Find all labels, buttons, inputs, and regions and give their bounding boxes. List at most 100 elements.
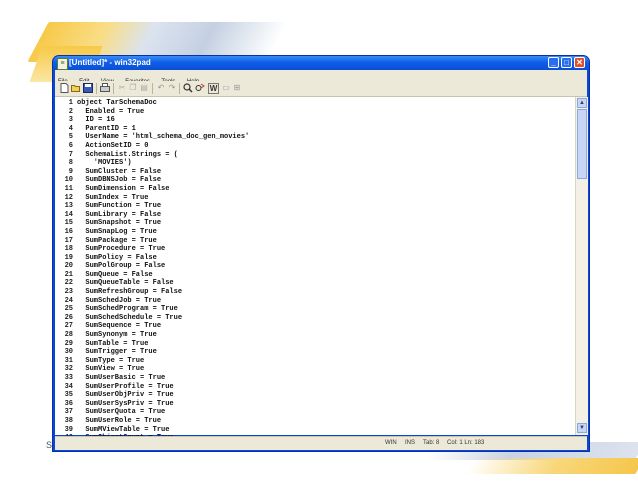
code-line[interactable]: 6 ActionSetID = 0 bbox=[55, 142, 575, 151]
scrollbar-thumb[interactable] bbox=[577, 109, 587, 179]
code-line[interactable]: 25 SumSchedProgram = True bbox=[55, 305, 575, 314]
code-line[interactable]: 4 ParentID = 1 bbox=[55, 125, 575, 134]
print-icon[interactable] bbox=[100, 83, 110, 93]
code-line[interactable]: 2 Enabled = True bbox=[55, 108, 575, 117]
code-line[interactable]: 12 SumIndex = True bbox=[55, 194, 575, 203]
line-number: 27 bbox=[64, 322, 73, 331]
code-text: SumQueue = False bbox=[77, 270, 153, 279]
code-line[interactable]: 32 SumView = True bbox=[55, 365, 575, 374]
code-line[interactable]: 34 SumUserProfile = True bbox=[55, 383, 575, 392]
code-line[interactable]: 14 SumLibrary = False bbox=[55, 211, 575, 220]
code-line[interactable]: 26 SumSchedSchedule = True bbox=[55, 314, 575, 323]
code-line[interactable]: 24 SumSchedJob = True bbox=[55, 297, 575, 306]
code-line[interactable]: 18 SumProcedure = True bbox=[55, 245, 575, 254]
code-line[interactable]: 39 SumMViewTable = True bbox=[55, 426, 575, 435]
code-line[interactable]: 21 SumQueue = False bbox=[55, 271, 575, 280]
code-line[interactable]: 15 SumSnapshot = True bbox=[55, 219, 575, 228]
code-line[interactable]: 29 SumTable = True bbox=[55, 340, 575, 349]
line-number: 34 bbox=[64, 382, 73, 391]
code-line[interactable]: 35 SumUserObjPriv = True bbox=[55, 391, 575, 400]
code-line[interactable]: 5 UserName = 'html_schema_doc_gen_movies… bbox=[55, 133, 575, 142]
line-number: 33 bbox=[64, 374, 73, 382]
line-number: 31 bbox=[64, 356, 73, 365]
code-line[interactable]: 9 SumCluster = False bbox=[55, 168, 575, 177]
line-number: 21 bbox=[64, 270, 73, 279]
minimize-button[interactable]: _ bbox=[548, 57, 559, 68]
code-line[interactable]: 38 SumUserRole = True bbox=[55, 417, 575, 426]
line-number: 39 bbox=[64, 425, 73, 434]
paste-icon[interactable]: ▤ bbox=[139, 83, 149, 93]
code-line[interactable]: 11 SumDimension = False bbox=[55, 185, 575, 194]
code-line[interactable]: 23 SumRefreshGroup = False bbox=[55, 288, 575, 297]
code-line[interactable]: 22 SumQueueTable = False bbox=[55, 279, 575, 288]
code-line[interactable]: 7 SchemaList.Strings = ( bbox=[55, 151, 575, 160]
line-number: 7 bbox=[68, 150, 73, 159]
window-title: [Untitled]* - win32pad bbox=[69, 58, 151, 67]
code-text: SumSequence = True bbox=[77, 322, 162, 331]
line-number: 37 bbox=[64, 408, 73, 417]
code-line[interactable]: 36 SumUserSysPriv = True bbox=[55, 400, 575, 409]
line-number: 3 bbox=[68, 116, 73, 125]
options-icon[interactable]: ⊞ bbox=[232, 83, 242, 93]
line-number: 29 bbox=[64, 339, 73, 348]
word-wrap-icon[interactable]: W bbox=[208, 83, 219, 94]
line-number: 22 bbox=[64, 279, 73, 288]
toolbar-separator bbox=[179, 83, 180, 94]
code-text: SumLibrary = False bbox=[77, 210, 162, 219]
code-line[interactable]: 3 ID = 16 bbox=[55, 116, 575, 125]
code-line[interactable]: 19 SumPolicy = False bbox=[55, 254, 575, 263]
code-line[interactable]: 28 SumSynonym = True bbox=[55, 331, 575, 340]
new-icon[interactable] bbox=[59, 83, 69, 93]
close-button[interactable]: ✕ bbox=[574, 57, 585, 68]
notepad-app-icon[interactable]: ≡ bbox=[57, 58, 68, 70]
toolbar: ✂ ❐ ▤ ↶ ↷ W ▭ ⊞ bbox=[55, 81, 587, 97]
code-line[interactable]: 30 SumTrigger = True bbox=[55, 348, 575, 357]
code-text: SumIndex = True bbox=[77, 193, 149, 202]
code-line[interactable]: 20 SumPolGroup = False bbox=[55, 262, 575, 271]
window-icon[interactable]: ▭ bbox=[221, 83, 231, 93]
code-text: object TarSchemaDoc bbox=[77, 99, 157, 107]
code-line[interactable]: 16 SumSnapLog = True bbox=[55, 228, 575, 237]
code-line[interactable]: 10 SumDBNSJob = False bbox=[55, 176, 575, 185]
title-bar[interactable]: ≡ [Untitled]* - win32pad _ □ ✕ bbox=[53, 56, 589, 70]
code-line[interactable]: 37 SumUserQuota = True bbox=[55, 408, 575, 417]
line-number: 18 bbox=[64, 245, 73, 254]
code-text: SumFunction = True bbox=[77, 202, 162, 211]
line-number: 16 bbox=[64, 227, 73, 236]
code-text: SumProcedure = True bbox=[77, 245, 166, 254]
open-icon[interactable] bbox=[71, 83, 81, 93]
code-line[interactable]: 1 object TarSchemaDoc bbox=[55, 99, 575, 108]
status-tab: Tab: 8 bbox=[423, 440, 440, 446]
copy-icon[interactable]: ❐ bbox=[128, 83, 138, 93]
replace-icon[interactable] bbox=[195, 83, 205, 93]
code-text: UserName = 'html_schema_doc_gen_movies' bbox=[77, 133, 250, 142]
line-number: 10 bbox=[64, 176, 73, 185]
scroll-down-icon[interactable]: ▼ bbox=[577, 423, 587, 433]
line-number: 12 bbox=[64, 193, 73, 202]
scroll-up-icon[interactable]: ▲ bbox=[577, 98, 587, 108]
code-line[interactable]: 31 SumType = True bbox=[55, 357, 575, 366]
save-icon[interactable] bbox=[83, 83, 93, 93]
line-number: 15 bbox=[64, 219, 73, 228]
code-line[interactable]: 27 SumSequence = True bbox=[55, 322, 575, 331]
code-text: SumTrigger = True bbox=[77, 348, 157, 357]
redo-icon[interactable]: ↷ bbox=[167, 83, 177, 93]
line-number: 11 bbox=[64, 184, 73, 193]
line-number: 8 bbox=[68, 159, 73, 168]
cut-icon[interactable]: ✂ bbox=[117, 83, 127, 93]
code-line[interactable]: 33 SumUserBasic = True bbox=[55, 374, 575, 383]
code-text: SumView = True bbox=[77, 365, 145, 374]
code-line[interactable]: 13 SumFunction = True bbox=[55, 202, 575, 211]
find-icon[interactable] bbox=[183, 83, 193, 93]
line-number: 24 bbox=[64, 296, 73, 305]
vertical-scrollbar[interactable]: ▲ ▼ bbox=[575, 97, 588, 435]
text-editor[interactable]: 1 object TarSchemaDoc 2 Enabled = True 3 ID… bbox=[55, 97, 588, 442]
code-text: SumDimension = False bbox=[77, 184, 170, 193]
line-number: 26 bbox=[64, 313, 73, 322]
undo-icon[interactable]: ↶ bbox=[156, 83, 166, 93]
line-number: 23 bbox=[64, 288, 73, 297]
code-text: ID = 16 bbox=[77, 116, 115, 125]
code-line[interactable]: 8 'MOVIES') bbox=[55, 159, 575, 168]
code-line[interactable]: 17 SumPackage = True bbox=[55, 237, 575, 246]
maximize-button[interactable]: □ bbox=[561, 57, 572, 68]
